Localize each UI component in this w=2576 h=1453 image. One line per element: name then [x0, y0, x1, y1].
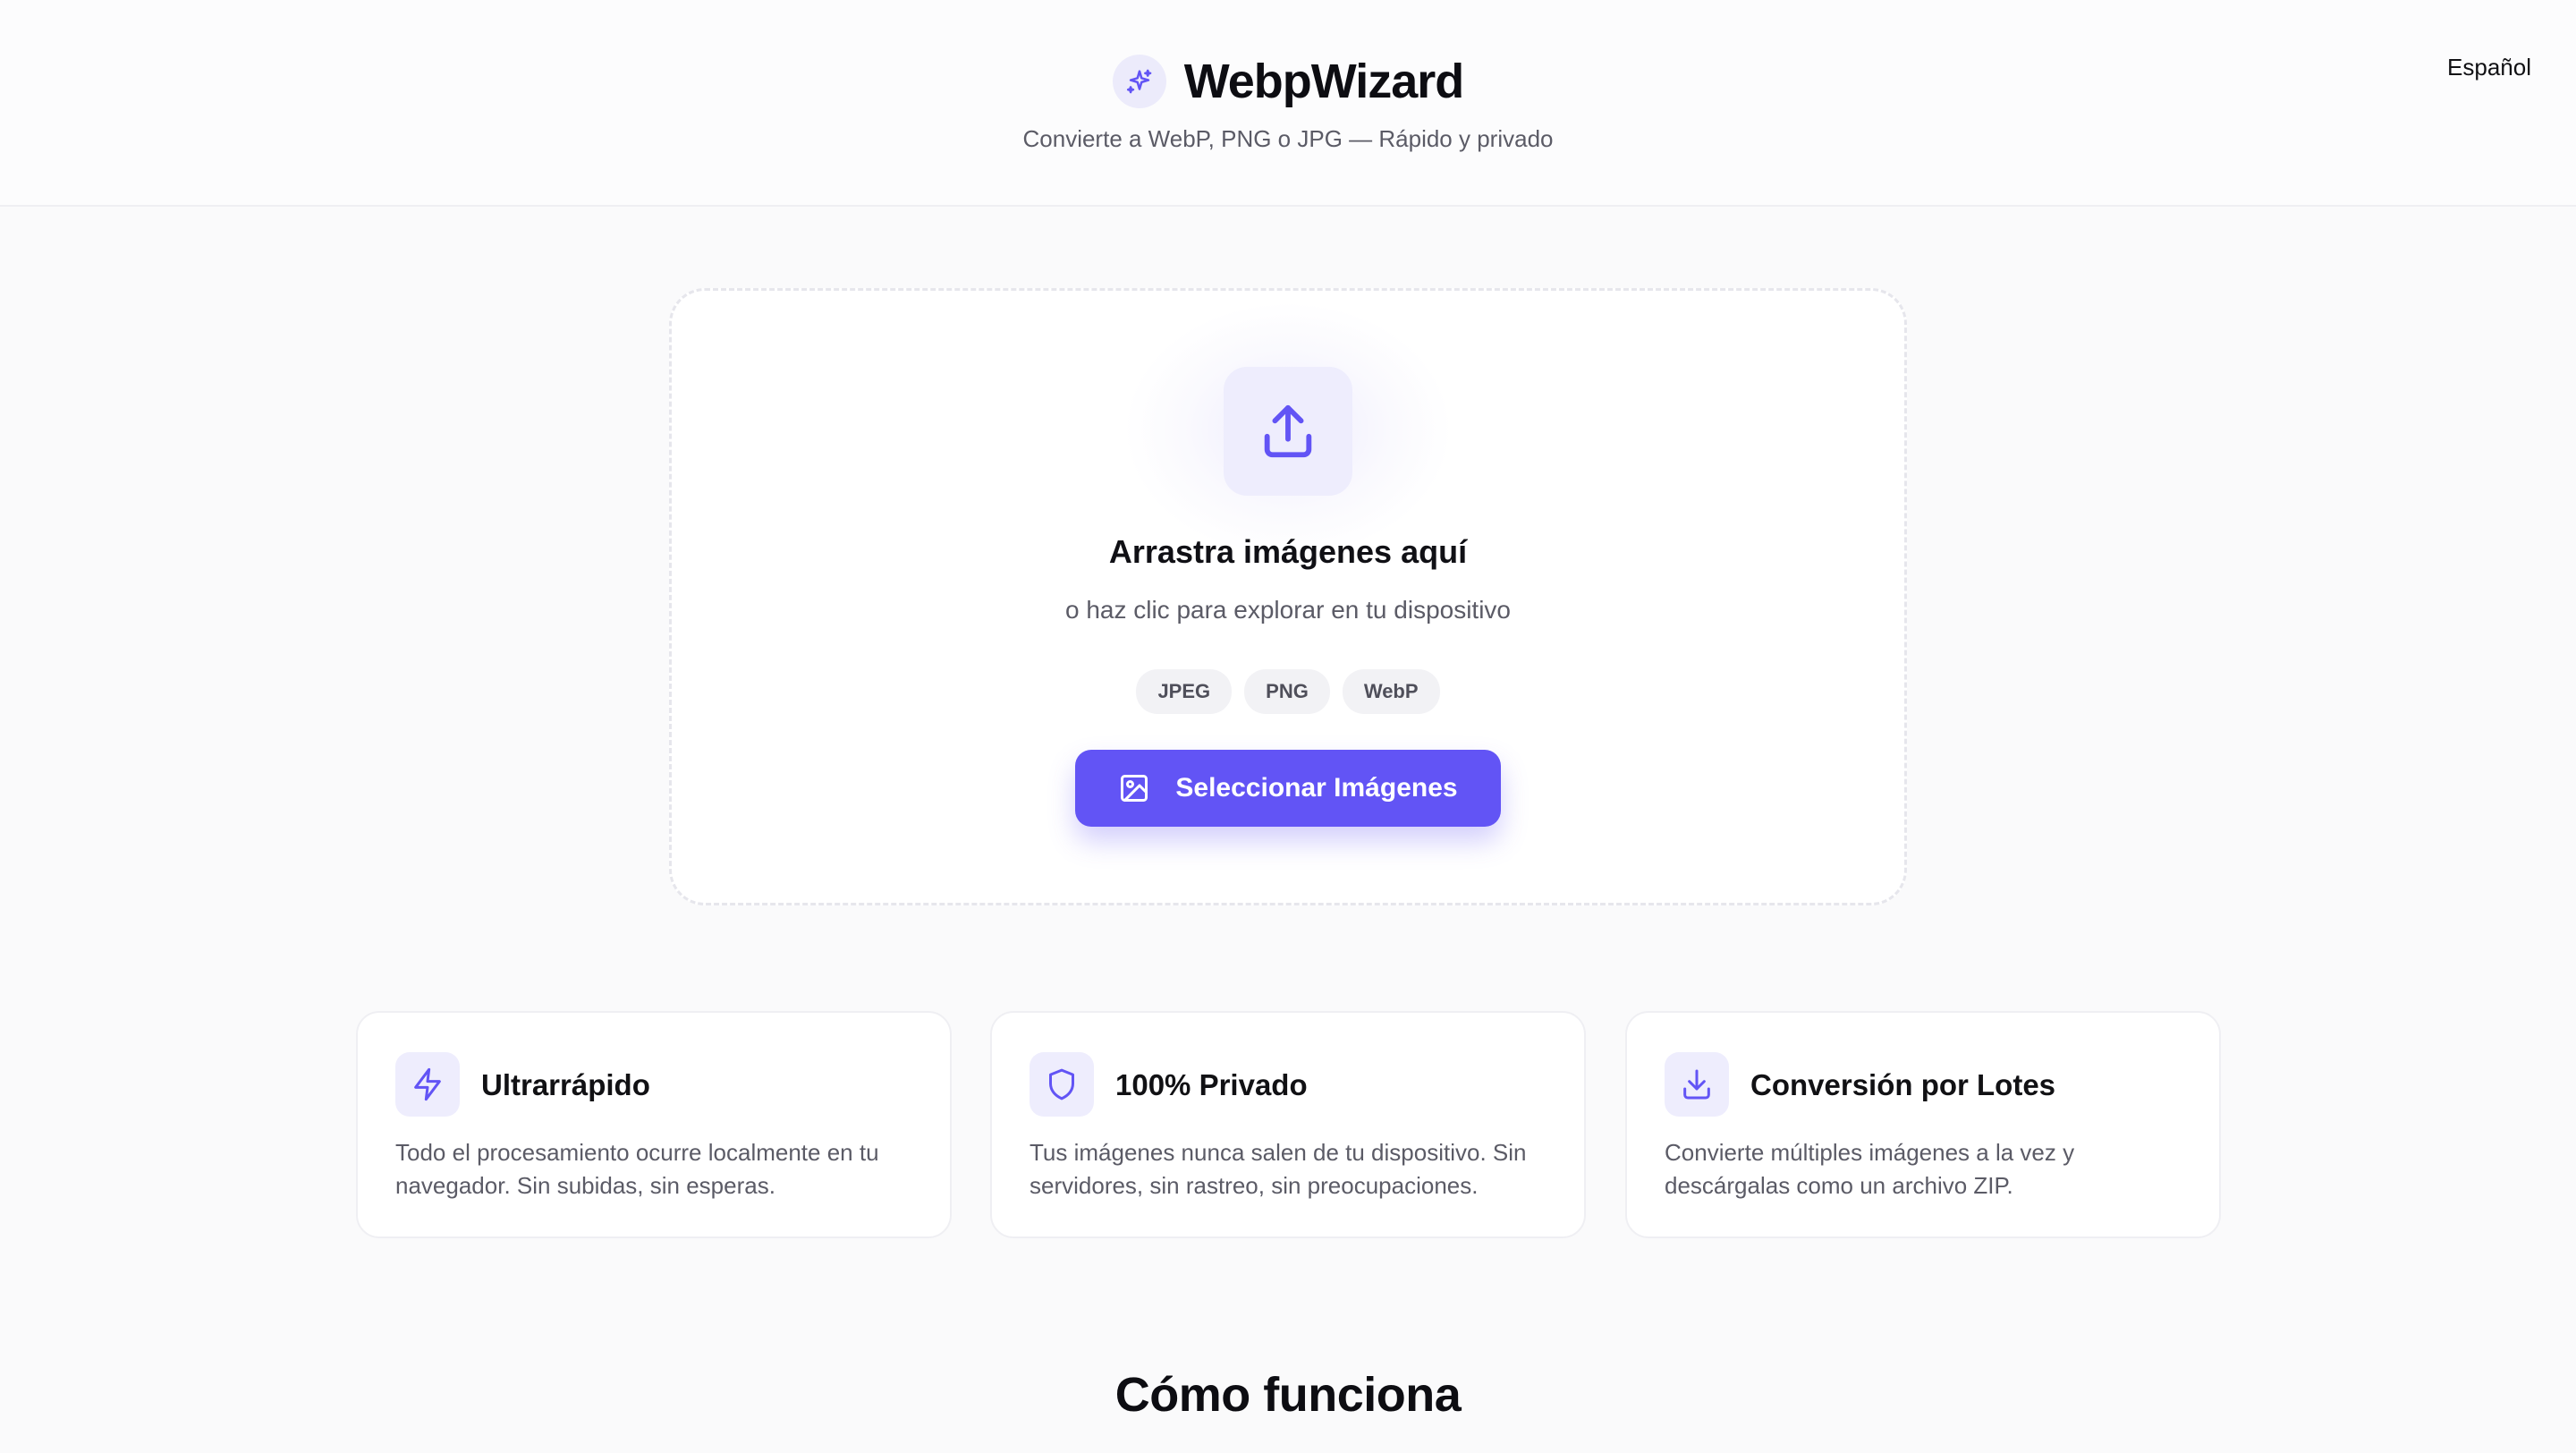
- upload-icon-box: [1224, 367, 1352, 496]
- feature-title: 100% Privado: [1115, 1068, 1308, 1101]
- feature-card-private: 100% Privado Tus imágenes nunca salen de…: [990, 1011, 1586, 1238]
- feature-card-fast: Ultrarrápido Todo el procesamiento ocurr…: [356, 1011, 952, 1238]
- feature-text: Convierte múltiples imágenes a la vez y …: [1665, 1139, 2075, 1199]
- app-subtitle: Convierte a WebP, PNG o JPG — Rápido y p…: [1022, 125, 1554, 152]
- feature-title: Ultrarrápido: [481, 1068, 650, 1101]
- format-tag-png: PNG: [1244, 669, 1330, 714]
- lightning-icon: [395, 1052, 460, 1117]
- format-tags: JPEG PNG WebP: [669, 669, 1907, 714]
- app-title: WebpWizard: [1183, 55, 1465, 108]
- language-selector[interactable]: Español: [2447, 54, 2531, 81]
- download-icon: [1665, 1052, 1729, 1117]
- feature-card-batch: Conversión por Lotes Convierte múltiples…: [1625, 1011, 2221, 1238]
- feature-text: Tus imágenes nunca salen de tu dispositi…: [1030, 1139, 1527, 1199]
- select-images-button[interactable]: Seleccionar Imágenes: [1075, 750, 1501, 827]
- dropzone-subtitle: o haz clic para explorar en tu dispositi…: [1064, 596, 1512, 624]
- brand[interactable]: WebpWizard: [0, 54, 2576, 109]
- feature-text: Todo el procesamiento ocurre localmente …: [395, 1139, 879, 1199]
- sparkles-icon: [1112, 55, 1166, 108]
- image-icon: [1121, 775, 1148, 802]
- select-images-label: Seleccionar Imágenes: [1175, 773, 1458, 803]
- how-it-works-title: Cómo funciona: [1114, 1368, 1462, 1422]
- feature-title: Conversión por Lotes: [1750, 1068, 2056, 1101]
- shield-icon: [1030, 1052, 1094, 1117]
- format-tag-webp: WebP: [1342, 669, 1440, 714]
- format-tag-jpeg: JPEG: [1136, 669, 1233, 714]
- dropzone-title: Arrastra imágenes aquí: [1108, 533, 1468, 570]
- site-header: WebpWizard Convierte a WebP, PNG o JPG —…: [0, 0, 2576, 207]
- upload-icon: [1264, 404, 1312, 458]
